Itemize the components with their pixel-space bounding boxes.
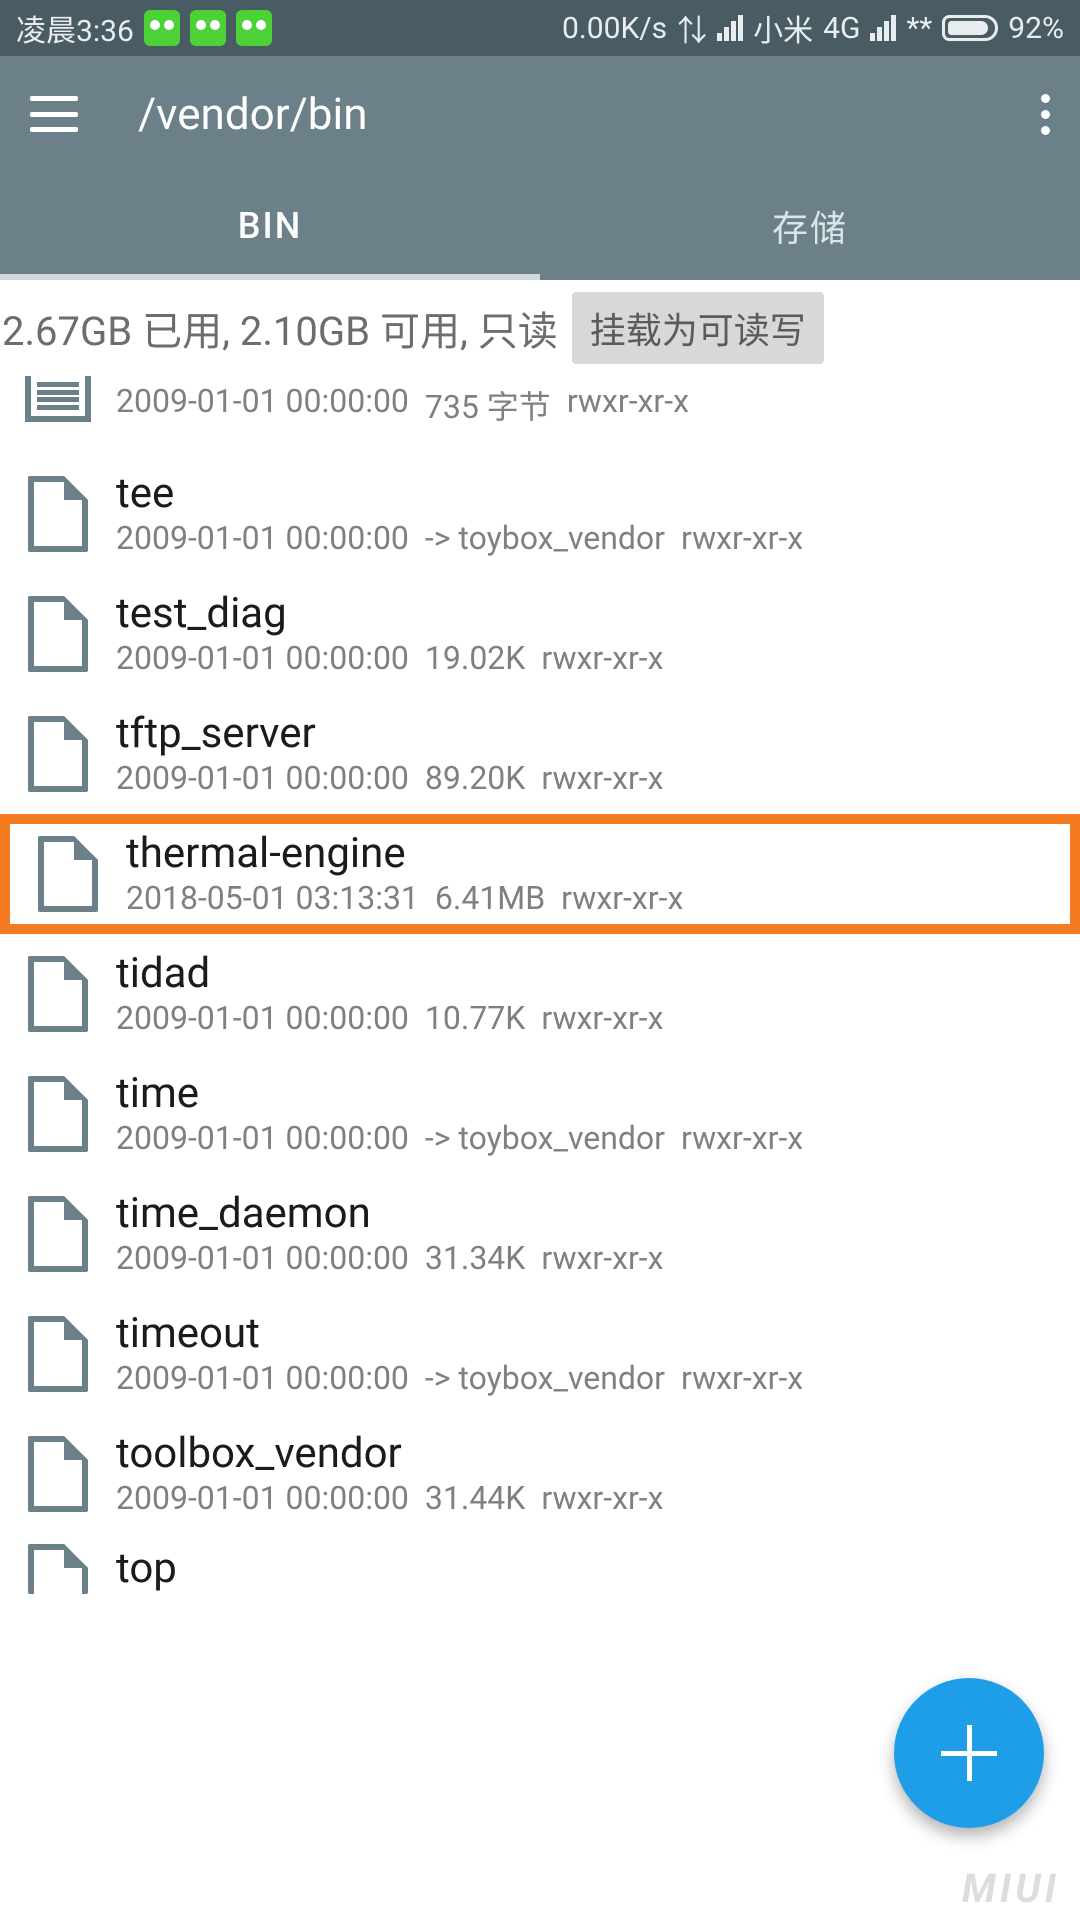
file-name: top (116, 1546, 1060, 1592)
file-row[interactable]: thermal-engine2018-05-01 03:13:31 6.41MB r… (0, 814, 1080, 934)
file-meta: 2009-01-01 00:00:00 89.20K rwxr-xr-x (116, 759, 1060, 797)
file-size: 6.41MB (435, 879, 545, 917)
file-row[interactable]: tee2009-01-01 00:00:00 -> toybox_vendor rw… (0, 454, 1080, 574)
app-bar: /vendor/bin (0, 56, 1080, 172)
file-row[interactable]: time_daemon2009-01-01 00:00:00 31.34K rwxr… (0, 1174, 1080, 1294)
file-permissions: rwxr-xr-x (567, 382, 689, 428)
file-name: tidad (116, 951, 1060, 997)
file-date: 2018-05-01 03:13:31 (126, 879, 419, 917)
mount-rw-button[interactable]: 挂载为可读写 (572, 292, 824, 364)
file-size: 31.44K (425, 1479, 525, 1517)
network-speed: 0.00K/s (562, 11, 667, 46)
menu-button[interactable] (30, 96, 78, 132)
file-name: test_diag (116, 591, 1060, 637)
signal-icon (717, 15, 743, 41)
tab-storage[interactable]: 存储 (540, 172, 1080, 280)
file-permissions: rwxr-xr-x (561, 879, 683, 917)
file-name: time (116, 1071, 1060, 1117)
carrier-label: 小米 (753, 6, 813, 50)
masked-label: ** (906, 11, 932, 46)
file-icon (28, 1196, 88, 1272)
file-row[interactable]: test_diag2009-01-01 00:00:00 19.02K rwxr-x… (0, 574, 1080, 694)
file-list[interactable]: 2009-01-01 00:00:00735 字节rwxr-xr-xtee200… (0, 376, 1080, 1604)
file-name: thermal-engine (126, 831, 1050, 877)
file-meta: 2018-05-01 03:13:31 6.41MB rwxr-xr-x (126, 879, 1050, 917)
file-size: -> toybox_vendor (425, 1119, 665, 1157)
more-button[interactable] (1041, 94, 1050, 135)
file-icon (28, 956, 88, 1032)
add-fab[interactable] (894, 1678, 1044, 1828)
file-date: 2009-01-01 00:00:00 (116, 639, 409, 677)
file-name: timeout (116, 1311, 1060, 1357)
file-permissions: rwxr-xr-x (541, 759, 663, 797)
file-permissions: rwxr-xr-x (541, 639, 663, 677)
file-meta: 2009-01-01 00:00:00 -> toybox_vendor rwxr-… (116, 1359, 1060, 1397)
storage-info-bar: 2.67GB 已用, 2.10GB 可用, 只读 挂载为可读写 (0, 280, 1080, 376)
file-row[interactable]: tftp_server2009-01-01 00:00:00 89.20K rwxr… (0, 694, 1080, 814)
storage-info-text: 2.67GB 已用, 2.10GB 可用, 只读 (2, 299, 558, 357)
file-row[interactable]: time2009-01-01 00:00:00 -> toybox_vendor r… (0, 1054, 1080, 1174)
file-date: 2009-01-01 00:00:00 (116, 1119, 409, 1157)
file-size: 89.20K (425, 759, 525, 797)
file-icon (28, 1076, 88, 1152)
file-size: -> toybox_vendor (425, 519, 665, 557)
file-row[interactable]: top (0, 1534, 1080, 1604)
wechat-icon (144, 10, 180, 46)
file-meta: 2009-01-01 00:00:00 19.02K rwxr-xr-x (116, 639, 1060, 677)
wechat-icon (190, 10, 226, 46)
file-date: 2009-01-01 00:00:00 (116, 1479, 409, 1517)
file-meta: 2009-01-01 00:00:00 10.77K rwxr-xr-x (116, 999, 1060, 1037)
battery-percent: 92% (1008, 11, 1064, 46)
file-meta: 2009-01-01 00:00:00 31.34K rwxr-xr-x (116, 1239, 1060, 1277)
file-row[interactable]: 2009-01-01 00:00:00 735 字节 rwxr-xr-x (0, 376, 1080, 454)
file-name: tftp_server (116, 711, 1060, 757)
status-time: 凌晨3:36 (16, 6, 134, 50)
status-bar: 凌晨3:36 0.00K/s ⇅ 小米 4G ** 92% (0, 0, 1080, 56)
tab-bin[interactable]: BIN (0, 172, 540, 280)
file-icon (28, 476, 88, 552)
file-icon (28, 716, 88, 792)
file-meta: 2009-01-01 00:00:00 -> toybox_vendor rwxr-… (116, 519, 1060, 557)
file-date: 2009-01-01 00:00:00 (116, 1359, 409, 1397)
path-title[interactable]: /vendor/bin (138, 88, 368, 140)
network-type: 4G (823, 11, 860, 46)
file-meta: 2009-01-01 00:00:00 735 字节 rwxr-xr-x (116, 382, 1060, 428)
text-file-icon (25, 376, 91, 422)
file-permissions: rwxr-xr-x (681, 1119, 803, 1157)
file-permissions: rwxr-xr-x (681, 1359, 803, 1397)
file-date: 2009-01-01 00:00:00 (116, 1239, 409, 1277)
battery-icon (942, 15, 998, 41)
file-permissions: rwxr-xr-x (681, 519, 803, 557)
file-icon (28, 596, 88, 672)
file-size: 735 字节 (425, 382, 551, 428)
file-permissions: rwxr-xr-x (541, 999, 663, 1037)
file-name: tee (116, 471, 1060, 517)
file-size: -> toybox_vendor (425, 1359, 665, 1397)
file-row[interactable]: tidad2009-01-01 00:00:00 10.77K rwxr-xr-x (0, 934, 1080, 1054)
file-size: 10.77K (425, 999, 525, 1037)
file-size: 31.34K (425, 1239, 525, 1277)
file-icon (38, 836, 98, 912)
file-row[interactable]: timeout2009-01-01 00:00:00 -> toybox_vend… (0, 1294, 1080, 1414)
file-icon (28, 1436, 88, 1512)
file-permissions: rwxr-xr-x (541, 1239, 663, 1277)
tab-bar: BIN 存储 (0, 172, 1080, 280)
file-date: 2009-01-01 00:00:00 (116, 519, 409, 557)
file-date: 2009-01-01 00:00:00 (116, 759, 409, 797)
data-arrows-icon: ⇅ (677, 6, 707, 50)
file-date: 2009-01-01 00:00:00 (116, 999, 409, 1037)
file-icon (28, 1544, 88, 1594)
file-row[interactable]: toolbox_vendor2009-01-01 00:00:00 31.44K r… (0, 1414, 1080, 1534)
file-date: 2009-01-01 00:00:00 (116, 382, 409, 428)
file-name: toolbox_vendor (116, 1431, 1060, 1477)
wechat-icon (236, 10, 272, 46)
signal-icon (870, 15, 896, 41)
file-meta: 2009-01-01 00:00:00 -> toybox_vendor rwxr-… (116, 1119, 1060, 1157)
file-icon (28, 1316, 88, 1392)
watermark: MIUI (962, 1865, 1060, 1912)
file-name: time_daemon (116, 1191, 1060, 1237)
file-meta: 2009-01-01 00:00:00 31.44K rwxr-xr-x (116, 1479, 1060, 1517)
file-permissions: rwxr-xr-x (541, 1479, 663, 1517)
file-size: 19.02K (425, 639, 525, 677)
